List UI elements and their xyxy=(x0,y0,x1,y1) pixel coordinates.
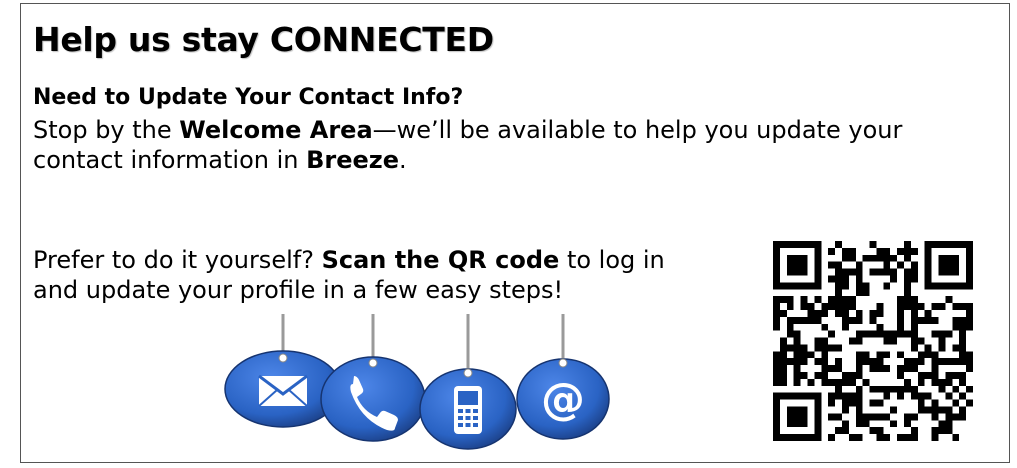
welcome-area-label: Welcome Area xyxy=(179,116,373,144)
breeze-label: Breeze xyxy=(306,146,400,174)
mobile-tag xyxy=(419,368,517,450)
page-title: Help us stay CONNECTED xyxy=(33,20,494,59)
scan-qr-label: Scan the QR code xyxy=(321,246,560,274)
at-tag: @ xyxy=(516,358,610,440)
self-service-paragraph: Prefer to do it yourself? Scan the QR co… xyxy=(33,246,665,304)
phone-tag xyxy=(320,356,426,442)
envelope-icon xyxy=(258,374,308,407)
section-heading: Need to Update Your Contact Info? xyxy=(33,85,464,110)
contact-info-card: Help us stay CONNECTED Need to Update Yo… xyxy=(20,3,1010,463)
mobile-phone-icon xyxy=(454,386,482,434)
contact-tags-illustration: @ xyxy=(224,314,610,450)
qr-code-icon[interactable] xyxy=(773,229,973,453)
at-sign-icon: @ xyxy=(541,374,585,425)
welcome-area-paragraph: Stop by the Welcome Area—we’ll be availa… xyxy=(33,116,903,174)
